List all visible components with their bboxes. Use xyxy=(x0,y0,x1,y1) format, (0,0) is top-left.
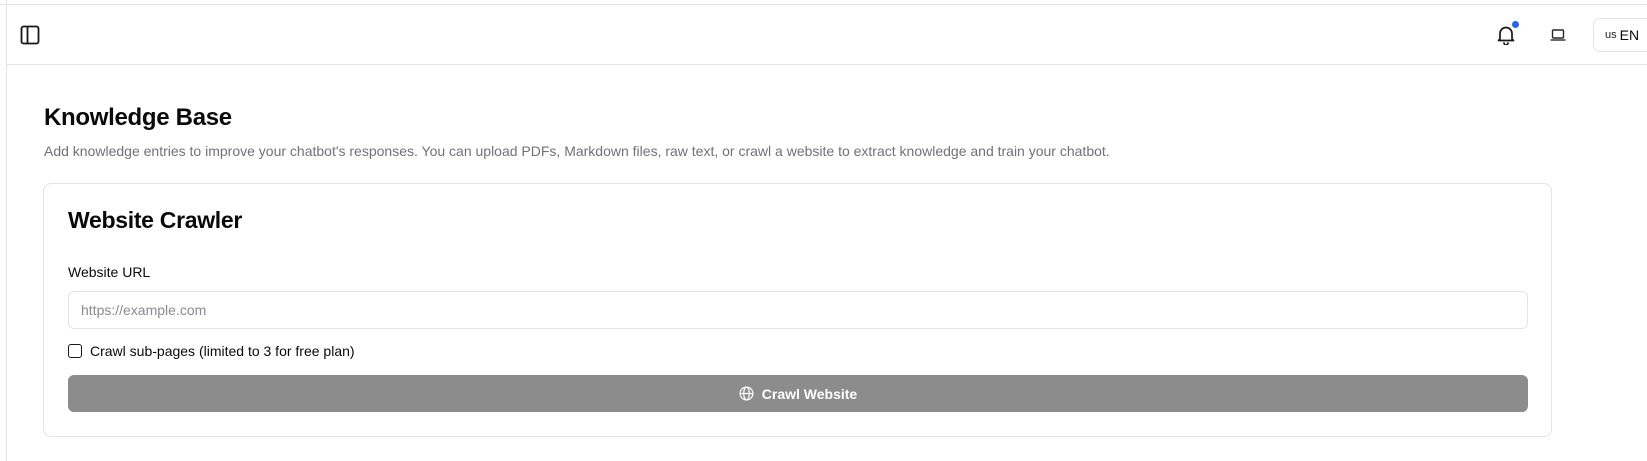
language-code: EN xyxy=(1619,27,1640,43)
card-title: Website Crawler xyxy=(68,207,243,233)
crawl-subpages-label[interactable]: Crawl sub-pages (limited to 3 for free p… xyxy=(90,343,355,359)
bell-icon xyxy=(1497,25,1515,45)
crawl-website-button[interactable]: Crawl Website xyxy=(68,375,1528,412)
website-url-label: Website URL xyxy=(68,264,151,280)
notifications-button[interactable] xyxy=(1492,21,1520,49)
website-url-input[interactable] xyxy=(68,291,1528,329)
globe-icon xyxy=(739,386,754,401)
panel-left-icon[interactable] xyxy=(18,23,42,47)
top-header: us EN xyxy=(6,5,1647,65)
language-selector[interactable]: us EN xyxy=(1593,18,1647,52)
crawl-website-label: Crawl Website xyxy=(761,385,858,402)
laptop-icon[interactable] xyxy=(1546,23,1570,47)
page-description: Add knowledge entries to improve your ch… xyxy=(44,143,1110,159)
website-crawler-card: Website Crawler Website URL Crawl sub-pa… xyxy=(43,183,1552,437)
crawl-subpages-row: Crawl sub-pages (limited to 3 for free p… xyxy=(68,343,355,359)
notification-badge xyxy=(1512,21,1519,28)
us-flag-icon: us xyxy=(1605,29,1617,41)
crawl-subpages-checkbox[interactable] xyxy=(68,344,82,358)
page-title: Knowledge Base xyxy=(44,104,232,131)
